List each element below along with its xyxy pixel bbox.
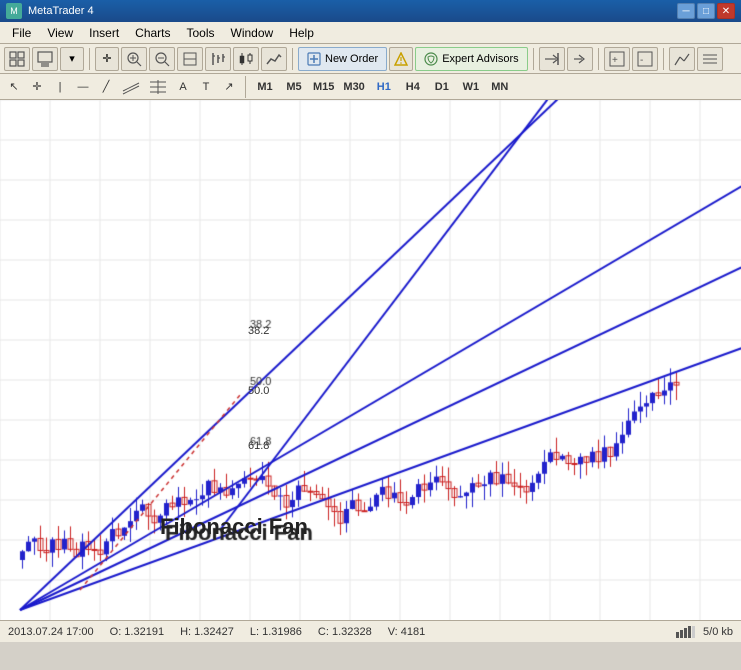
timeframe-h4[interactable]: H4 [400, 77, 426, 97]
horizontal-line-tool[interactable]: — [73, 77, 93, 97]
status-low: L: 1.31986 [250, 626, 302, 638]
new-order-button[interactable]: New Order [298, 47, 387, 71]
timeframe-m30[interactable]: M30 [340, 77, 367, 97]
toolbar-drawing: ↖ ✛ | — ╱ A T ↗ M1 M5 M15 M30 H1 H4 D1 W… [0, 74, 741, 100]
menu-insert[interactable]: Insert [81, 24, 127, 42]
line-chart-button[interactable] [261, 47, 287, 71]
separator-3 [533, 48, 534, 70]
object-list-button[interactable] [697, 47, 723, 71]
timeframe-w1[interactable]: W1 [458, 77, 484, 97]
chart-area[interactable]: Fibonacci Fan 38.2 50.0 61.8 [0, 100, 741, 620]
price-chart[interactable] [0, 100, 741, 620]
timeframe-m5[interactable]: M5 [281, 77, 307, 97]
zoom-in-button[interactable] [121, 47, 147, 71]
status-close: C: 1.32328 [318, 626, 372, 638]
timeframe-h1[interactable]: H1 [371, 77, 397, 97]
title-text: MetaTrader 4 [28, 5, 94, 17]
timeframe-mn[interactable]: MN [487, 77, 513, 97]
menu-window[interactable]: Window [223, 24, 282, 42]
signal-bars [676, 626, 695, 638]
status-high: H: 1.32427 [180, 626, 234, 638]
crosshair-button[interactable]: ✛ [95, 47, 119, 71]
menu-bar: File View Insert Charts Tools Window Hel… [0, 22, 741, 44]
candle-chart-button[interactable] [233, 47, 259, 71]
zoom-out-button[interactable] [149, 47, 175, 71]
svg-text:-: - [640, 55, 643, 66]
separator-tf [245, 76, 246, 98]
menu-help[interactable]: Help [281, 24, 322, 42]
timeframe-d1[interactable]: D1 [429, 77, 455, 97]
chart-shift-button[interactable] [539, 47, 565, 71]
separator-2 [292, 48, 293, 70]
status-open: O: 1.32191 [110, 626, 164, 638]
arrow-tool[interactable]: ↗ [219, 77, 239, 97]
menu-view[interactable]: View [39, 24, 81, 42]
bar-chart-button[interactable] [205, 47, 231, 71]
new-chart-button[interactable] [4, 47, 30, 71]
timeframe-m1[interactable]: M1 [252, 77, 278, 97]
autoscroll-button[interactable] [567, 47, 593, 71]
zoom-chart-in[interactable]: + [604, 47, 630, 71]
expert-advisors-button[interactable]: Expert Advisors [415, 47, 527, 71]
status-bar: 2013.07.24 17:00 O: 1.32191 H: 1.32427 L… [0, 620, 741, 642]
menu-file[interactable]: File [4, 24, 39, 42]
period-sep-button[interactable] [177, 47, 203, 71]
label-tool[interactable]: T [196, 77, 216, 97]
status-volume: V: 4181 [388, 626, 426, 638]
menu-tools[interactable]: Tools [179, 24, 223, 42]
app-icon: M [6, 3, 22, 19]
fib-retracement-tool[interactable] [146, 77, 170, 97]
maximize-button[interactable]: □ [697, 3, 715, 19]
separator-4 [598, 48, 599, 70]
cursor-tool[interactable]: ↖ [4, 77, 24, 97]
status-filesize: 5/0 kb [703, 626, 733, 638]
indicators-button[interactable] [669, 47, 695, 71]
minimize-button[interactable]: ─ [677, 3, 695, 19]
svg-text:+: + [612, 55, 618, 66]
profiles-button[interactable] [32, 47, 58, 71]
expert-advisors-label: Expert Advisors [442, 53, 518, 65]
menu-charts[interactable]: Charts [127, 24, 178, 42]
status-datetime: 2013.07.24 17:00 [8, 626, 94, 638]
text-tool[interactable]: A [173, 77, 193, 97]
vertical-line-tool[interactable]: | [50, 77, 70, 97]
toolbar-main: ▾ ✛ New Order Expert Advisors + - [0, 44, 741, 74]
separator-1 [89, 48, 90, 70]
alert-icon[interactable] [389, 47, 413, 71]
crosshair-tool[interactable]: ✛ [27, 77, 47, 97]
close-button[interactable]: ✕ [717, 3, 735, 19]
dropdown-arrow[interactable]: ▾ [60, 47, 84, 71]
zoom-chart-out[interactable]: - [632, 47, 658, 71]
title-bar: M MetaTrader 4 ─ □ ✕ [0, 0, 741, 22]
separator-5 [663, 48, 664, 70]
timeframe-m15[interactable]: M15 [310, 77, 337, 97]
new-order-label: New Order [325, 53, 378, 65]
equidistant-channel[interactable] [119, 77, 143, 97]
trend-line-tool[interactable]: ╱ [96, 77, 116, 97]
